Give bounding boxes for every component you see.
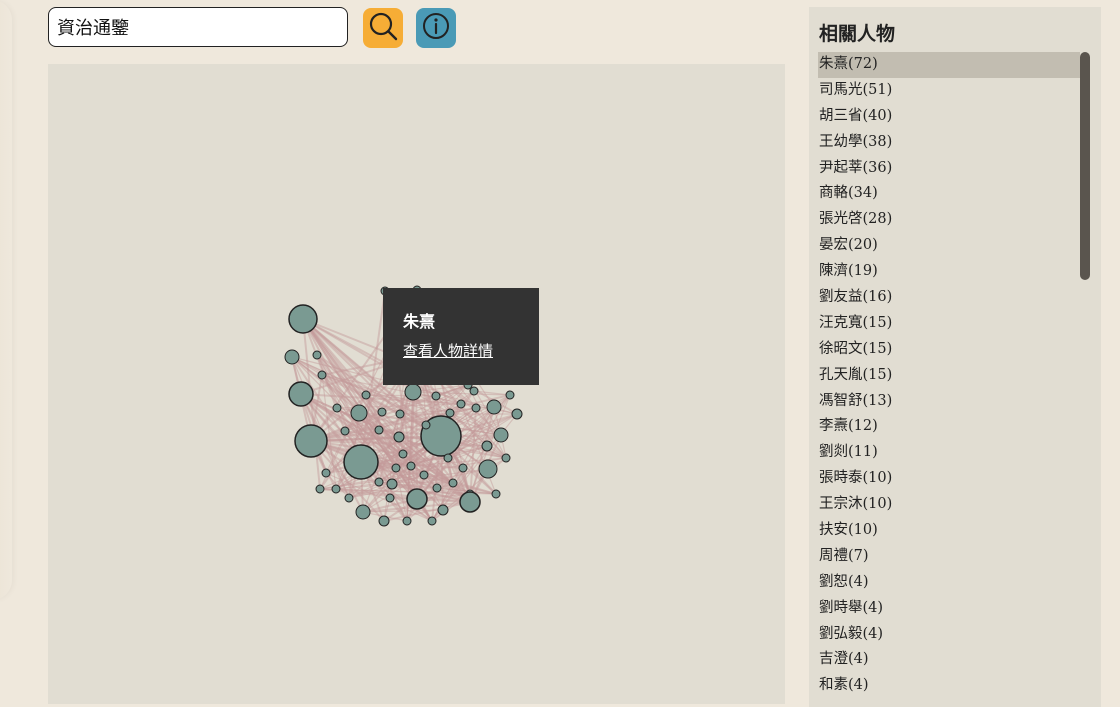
related-person-item[interactable]: 朱熹(72)	[818, 52, 1080, 78]
related-person-item[interactable]: 汪克寬(15)	[818, 311, 1080, 337]
person-node[interactable]	[393, 431, 405, 443]
related-person-item[interactable]: 劉恕(4)	[818, 570, 1080, 596]
related-person-item[interactable]: 陳濟(19)	[818, 259, 1080, 285]
person-node[interactable]	[443, 453, 453, 463]
network-graph-panel[interactable]: 朱熹 查看人物詳情	[48, 64, 785, 704]
person-details-link[interactable]: 查看人物詳情	[403, 340, 519, 361]
person-node[interactable]	[294, 424, 328, 458]
person-node[interactable]	[431, 391, 441, 401]
person-node[interactable]	[458, 463, 468, 473]
person-node[interactable]	[486, 399, 502, 415]
person-node[interactable]	[317, 370, 327, 380]
related-person-item[interactable]: 李燾(12)	[818, 414, 1080, 440]
related-person-item[interactable]: 晏宏(20)	[818, 233, 1080, 259]
related-person-item[interactable]: 周禮(7)	[818, 544, 1080, 570]
person-node[interactable]	[448, 478, 458, 488]
person-node[interactable]	[288, 381, 314, 407]
person-node[interactable]	[386, 478, 398, 490]
person-node[interactable]	[402, 516, 412, 526]
info-icon	[421, 11, 451, 45]
person-node[interactable]	[391, 463, 401, 473]
person-node[interactable]	[361, 390, 371, 400]
window-edge	[0, 0, 12, 600]
person-node[interactable]	[481, 440, 493, 452]
person-node[interactable]	[432, 483, 442, 493]
related-person-item[interactable]: 劉時舉(4)	[818, 596, 1080, 622]
related-person-item[interactable]: 張光啓(28)	[818, 207, 1080, 233]
related-person-item[interactable]: 吉澄(4)	[818, 647, 1080, 673]
related-person-item[interactable]: 尹起莘(36)	[818, 156, 1080, 182]
related-person-item[interactable]: 孔天胤(15)	[818, 363, 1080, 389]
person-node[interactable]	[344, 493, 354, 503]
related-person-item[interactable]: 和素(4)	[818, 673, 1080, 699]
person-node[interactable]	[419, 470, 429, 480]
search-button[interactable]	[363, 8, 403, 48]
person-node[interactable]	[456, 399, 466, 409]
related-people-title: 相關人物	[819, 23, 896, 45]
related-person-item[interactable]: 胡三省(40)	[818, 104, 1080, 130]
person-node[interactable]	[340, 426, 350, 436]
related-person-item[interactable]: 徐昭文(15)	[818, 337, 1080, 363]
search-input[interactable]	[48, 7, 348, 47]
person-node[interactable]	[343, 444, 379, 480]
info-button[interactable]	[416, 8, 456, 48]
related-person-item[interactable]: 劉弘毅(4)	[818, 622, 1080, 648]
person-node[interactable]	[385, 493, 395, 503]
tooltip-person-name: 朱熹	[403, 312, 436, 331]
related-person-item[interactable]: 劉剡(11)	[818, 440, 1080, 466]
person-node[interactable]	[378, 515, 390, 527]
related-person-item[interactable]: 王宗沐(10)	[818, 492, 1080, 518]
person-node[interactable]	[331, 484, 341, 494]
magnifier-icon	[368, 11, 398, 45]
person-node[interactable]	[395, 409, 405, 419]
person-tooltip: 朱熹 查看人物詳情	[383, 288, 539, 385]
person-node[interactable]	[350, 404, 368, 422]
person-node[interactable]	[469, 386, 479, 396]
person-node[interactable]	[478, 459, 498, 479]
person-node[interactable]	[437, 504, 449, 516]
person-node[interactable]	[445, 408, 455, 418]
person-node[interactable]	[404, 383, 422, 401]
person-node[interactable]	[377, 407, 387, 417]
related-person-item[interactable]: 馮智舒(13)	[818, 389, 1080, 415]
related-person-item[interactable]: 扶安(10)	[818, 518, 1080, 544]
person-node[interactable]	[355, 504, 371, 520]
related-person-item[interactable]: 張時泰(10)	[818, 466, 1080, 492]
related-person-item[interactable]: 王幼學(38)	[818, 130, 1080, 156]
person-node[interactable]	[501, 453, 511, 463]
person-node[interactable]	[332, 403, 342, 413]
related-person-item[interactable]: 商輅(34)	[818, 181, 1080, 207]
related-people-list: 朱熹(72) 司馬光(51) 胡三省(40) 王幼學(38) 尹起莘(36) 商輅(34)…	[818, 52, 1080, 702]
person-node[interactable]	[374, 425, 384, 435]
person-node[interactable]	[459, 491, 481, 513]
person-node[interactable]	[511, 408, 523, 420]
related-person-item[interactable]: 司馬光(51)	[818, 78, 1080, 104]
person-node[interactable]	[427, 516, 437, 526]
person-node[interactable]	[374, 477, 384, 487]
person-node[interactable]	[284, 349, 300, 365]
list-scrollbar[interactable]	[1080, 52, 1090, 280]
person-node[interactable]	[505, 390, 515, 400]
person-node[interactable]	[491, 489, 501, 499]
person-node[interactable]	[421, 420, 431, 430]
person-node[interactable]	[406, 488, 428, 510]
person-node[interactable]	[321, 468, 331, 478]
person-node[interactable]	[471, 403, 481, 413]
person-node[interactable]	[312, 350, 322, 360]
person-node[interactable]	[398, 449, 408, 459]
related-person-item[interactable]: 劉友益(16)	[818, 285, 1080, 311]
person-node[interactable]	[288, 304, 318, 334]
related-people-panel: 相關人物 朱熹(72) 司馬光(51) 胡三省(40) 王幼學(38) 尹起莘(36) 商…	[809, 7, 1101, 707]
person-node[interactable]	[493, 427, 509, 443]
person-node[interactable]	[406, 461, 416, 471]
person-node[interactable]	[315, 484, 325, 494]
